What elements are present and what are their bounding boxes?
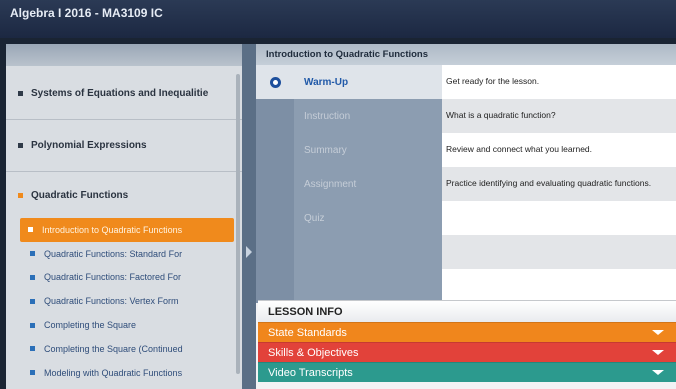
- section-label: Video Transcripts: [268, 366, 353, 379]
- activity-row-assignment[interactable]: Assignment Practice identifying and eval…: [256, 167, 676, 201]
- activity-icon-cell: [256, 99, 294, 133]
- panel-splitter[interactable]: [242, 44, 256, 389]
- activity-icon-cell: [256, 167, 294, 201]
- video-transcripts-toggle[interactable]: Video Transcripts: [258, 362, 676, 382]
- unit-item-polynomial[interactable]: Polynomial Expressions: [6, 120, 242, 172]
- lesson-item-modeling[interactable]: Modeling with Quadratic Functions: [6, 361, 242, 385]
- bullet-icon: [30, 370, 35, 376]
- activity-icon-cell: [256, 65, 294, 99]
- activity-icon-cell: [256, 201, 294, 235]
- bullet-icon: [18, 143, 23, 148]
- lesson-title: Introduction to Quadratic Functions: [256, 44, 676, 65]
- unit-label: Quadratic Functions: [31, 189, 129, 201]
- activity-name: Assignment: [294, 167, 442, 201]
- activity-row-summary[interactable]: Summary Review and connect what you lear…: [256, 133, 676, 167]
- activity-name-empty: [294, 269, 442, 303]
- lesson-item-vertex-form[interactable]: Quadratic Functions: Vertex Form: [6, 289, 242, 313]
- activity-row-empty: [256, 269, 676, 303]
- chevron-down-icon: [652, 370, 664, 375]
- bullet-icon: [28, 227, 33, 233]
- activity-description: Review and connect what you learned.: [442, 133, 676, 167]
- state-standards-toggle[interactable]: State Standards: [258, 322, 676, 342]
- chevron-down-icon: [652, 350, 664, 355]
- activity-description: What is a quadratic function?: [442, 99, 676, 133]
- activity-row-instruction[interactable]: Instruction What is a quadratic function…: [256, 99, 676, 133]
- section-label: Skills & Objectives: [268, 346, 359, 359]
- activity-description-empty: [442, 269, 676, 303]
- activity-row-quiz[interactable]: Quiz: [256, 201, 676, 235]
- chevron-down-icon: [652, 330, 664, 335]
- lesson-label: Quadratic Functions: Standard For: [44, 248, 183, 259]
- unit-sidebar: Systems of Equations and Inequalitie Pol…: [6, 44, 242, 389]
- sidebar-scrollbar[interactable]: [236, 74, 240, 374]
- unit-label: Polynomial Expressions: [31, 140, 147, 151]
- unit-item-systems[interactable]: Systems of Equations and Inequalitie: [6, 68, 242, 120]
- activity-description: [442, 201, 676, 235]
- bullet-icon: [18, 91, 23, 96]
- current-activity-icon: [269, 76, 281, 88]
- activity-name: Instruction: [294, 99, 442, 133]
- activity-icon-cell: [256, 133, 294, 167]
- activity-name: Quiz: [294, 201, 442, 235]
- bullet-icon: [30, 251, 35, 257]
- bullet-icon: [30, 298, 35, 304]
- activity-name-empty: [294, 235, 442, 269]
- lesson-label: Modeling with Quadratic Functions: [44, 367, 183, 378]
- lesson-item-intro[interactable]: Introduction to Quadratic Functions: [20, 218, 234, 242]
- lesson-label: Quadratic Functions: Vertex Form: [44, 296, 179, 307]
- title-bar: Algebra I 2016 - MA3109 IC: [0, 0, 676, 38]
- bullet-icon: [30, 274, 35, 280]
- lesson-label: Completing the Square: [44, 320, 137, 331]
- lesson-label: Completing the Square (Continued: [44, 343, 183, 354]
- lesson-item-factored-form[interactable]: Quadratic Functions: Factored For: [6, 266, 242, 290]
- skills-objectives-toggle[interactable]: Skills & Objectives: [258, 342, 676, 362]
- activity-icon-cell: [256, 269, 294, 303]
- lesson-label: Quadratic Functions: Factored For: [44, 272, 182, 283]
- lesson-item-standard-form[interactable]: Quadratic Functions: Standard For: [6, 242, 242, 266]
- app-title: Algebra I 2016 - MA3109 IC: [10, 6, 163, 20]
- section-label: State Standards: [268, 326, 347, 339]
- lesson-item-completing-square[interactable]: Completing the Square: [6, 313, 242, 337]
- unit-item-quadratic[interactable]: Quadratic Functions: [6, 172, 242, 218]
- sidebar-header: [6, 44, 242, 66]
- lesson-item-completing-square-continued[interactable]: Completing the Square (Continued: [6, 337, 242, 361]
- expand-arrow-icon[interactable]: [246, 246, 252, 258]
- activity-description-empty: [442, 235, 676, 269]
- activity-row-warm-up[interactable]: Warm-Up Get ready for the lesson.: [256, 65, 676, 99]
- activity-description: Get ready for the lesson.: [442, 65, 676, 99]
- activity-icon-cell: [256, 235, 294, 269]
- unit-label: Systems of Equations and Inequalitie: [31, 88, 209, 99]
- bullet-icon: [30, 322, 35, 328]
- bullet-icon: [18, 192, 23, 198]
- activity-name: Warm-Up: [294, 65, 442, 99]
- activity-description: Practice identifying and evaluating quad…: [442, 167, 676, 201]
- activity-row-empty: [256, 235, 676, 269]
- lesson-label: Introduction to Quadratic Functions: [42, 224, 183, 235]
- bullet-icon: [30, 346, 35, 352]
- lesson-info-title: LESSON INFO: [258, 300, 676, 322]
- activity-name: Summary: [294, 133, 442, 167]
- lesson-info-panel: LESSON INFO State Standards Skills & Obj…: [258, 300, 676, 389]
